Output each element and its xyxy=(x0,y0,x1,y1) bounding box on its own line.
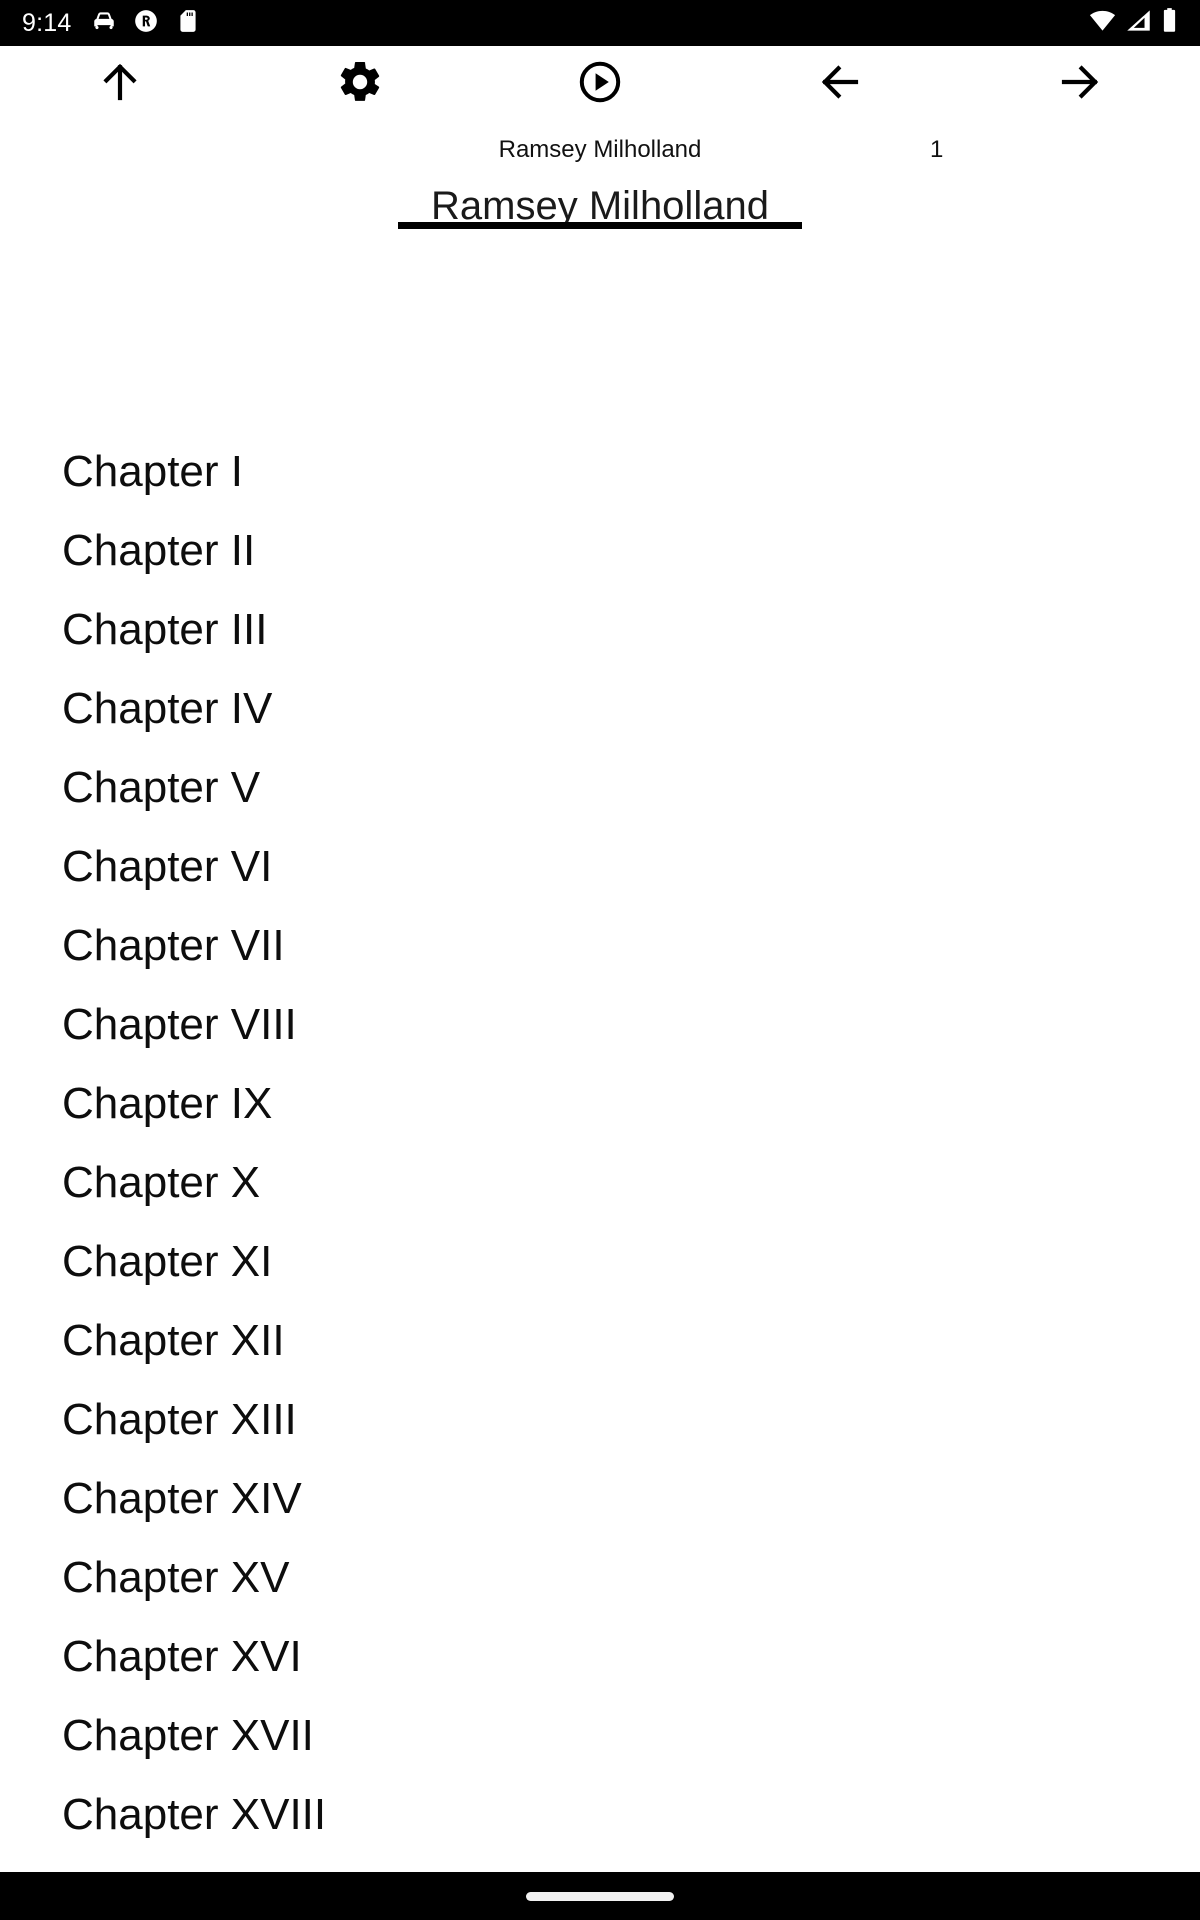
battery-icon xyxy=(1161,7,1178,39)
settings-button[interactable] xyxy=(318,40,402,124)
book-title-heading-container: Ramsey Milholland xyxy=(398,188,802,229)
list-item[interactable]: Chapter XV xyxy=(0,1538,1200,1617)
table-of-contents-scroll-area[interactable]: Chapter I Chapter II Chapter III Chapter… xyxy=(0,236,1200,1920)
list-item[interactable]: Chapter VI xyxy=(0,827,1200,906)
wifi-icon xyxy=(1089,7,1116,39)
list-item[interactable]: Chapter XII xyxy=(0,1301,1200,1380)
previous-button[interactable] xyxy=(798,40,882,124)
list-item[interactable]: Chapter VIII xyxy=(0,985,1200,1064)
android-auto-icon xyxy=(91,8,117,39)
list-item[interactable]: Chapter III xyxy=(0,590,1200,669)
status-bar-clock: 9:14 xyxy=(22,8,72,37)
arrow-right-icon xyxy=(1056,58,1104,106)
list-item[interactable]: Chapter IX xyxy=(0,1064,1200,1143)
list-item[interactable]: Chapter XIV xyxy=(0,1459,1200,1538)
toolbar-icon-row xyxy=(0,46,1200,118)
home-indicator[interactable] xyxy=(526,1891,674,1901)
play-circle-icon xyxy=(576,58,624,106)
list-item[interactable]: Chapter XVII xyxy=(0,1696,1200,1775)
list-item[interactable]: Chapter XVI xyxy=(0,1617,1200,1696)
toolbar-page-number: 1 xyxy=(930,136,944,163)
navigate-up-button[interactable] xyxy=(78,40,162,124)
reader-toolbar: Ramsey Milholland 1 xyxy=(0,46,1200,165)
reader-app-screen: 9:14 Ramsey Milholland 1 Ramsey Milholla… xyxy=(0,0,1200,1920)
list-item[interactable]: Chapter XVIII xyxy=(0,1775,1200,1854)
book-title-heading: Ramsey Milholland xyxy=(431,188,769,228)
table-of-contents-list: Chapter I Chapter II Chapter III Chapter… xyxy=(0,432,1200,1920)
toolbar-book-subtitle: Ramsey Milholland xyxy=(498,136,702,163)
cellular-signal-icon xyxy=(1125,7,1152,39)
arrow-left-icon xyxy=(816,58,864,106)
system-navigation-bar xyxy=(0,1872,1200,1920)
list-item[interactable]: Chapter XIII xyxy=(0,1380,1200,1459)
status-bar-left-cluster: 9:14 xyxy=(22,8,201,39)
play-button[interactable] xyxy=(558,40,642,124)
status-bar-right-cluster xyxy=(1089,7,1178,39)
arrow-up-icon xyxy=(96,58,144,106)
list-item[interactable]: Chapter IV xyxy=(0,669,1200,748)
list-item[interactable]: Chapter X xyxy=(0,1143,1200,1222)
next-button[interactable] xyxy=(1038,40,1122,124)
do-not-disturb-icon xyxy=(133,8,159,39)
sd-card-icon xyxy=(175,8,201,39)
list-item[interactable]: Chapter V xyxy=(0,748,1200,827)
list-item[interactable]: Chapter II xyxy=(0,511,1200,590)
list-item[interactable]: Chapter VII xyxy=(0,906,1200,985)
list-item[interactable]: Chapter XI xyxy=(0,1222,1200,1301)
list-item[interactable]: Chapter I xyxy=(0,432,1200,511)
gear-icon xyxy=(336,58,384,106)
